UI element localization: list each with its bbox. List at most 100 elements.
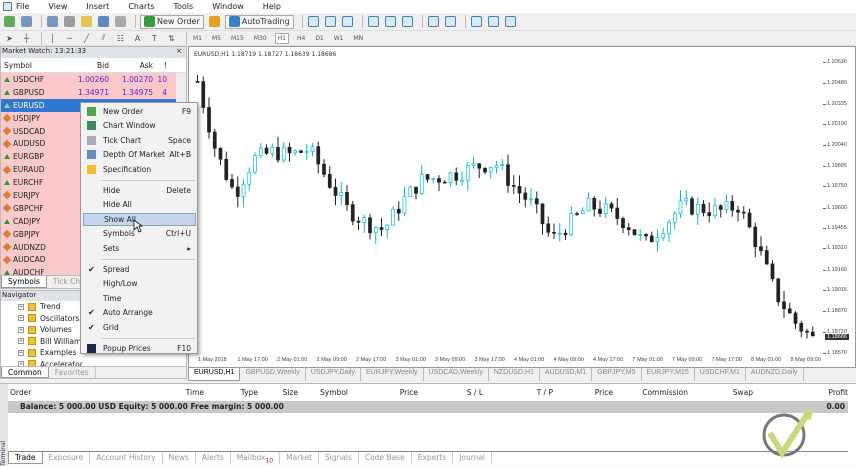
candle-body (764, 250, 769, 265)
candle-body (385, 224, 390, 230)
candle-body (425, 174, 430, 180)
candle-body (477, 163, 482, 169)
balance-row[interactable]: Balance: 5 000.00 USD Equity: 5 000.00 F… (8, 401, 848, 413)
candle-body (322, 163, 326, 175)
candle (356, 216, 361, 231)
menu-item-specification[interactable]: Specification (83, 163, 196, 176)
terminal-col-header[interactable]: Order (10, 388, 31, 397)
time-label: 2 May 09:00 (316, 357, 347, 363)
terminal-tab-trade[interactable]: Trade (8, 452, 43, 464)
menu-item-label: Chart Window (103, 121, 156, 131)
checkmark-icon: ✔ (88, 308, 95, 318)
candle (287, 142, 292, 162)
terminal-col-header[interactable]: S / L (467, 388, 483, 397)
menu-item-auto-arrange[interactable]: ✔ Auto Arrange (83, 306, 196, 319)
candle-body (569, 213, 574, 236)
candle (235, 176, 240, 208)
candle-body (718, 205, 723, 210)
chart-tab[interactable]: EURJPY,Weekly (361, 368, 424, 381)
chart-tab[interactable]: USDCAD,Weekly (424, 368, 489, 381)
candle-body (563, 232, 568, 236)
menu-item-label: Hide All (103, 200, 132, 210)
terminal-col-header[interactable]: Time (186, 388, 204, 397)
current-price-label: 1.18686 (825, 334, 849, 340)
menu-item-label: Hide (103, 186, 121, 195)
terminal-tab-code-base[interactable]: Code Base (359, 452, 412, 464)
menu-item-time[interactable]: Time (83, 292, 196, 305)
price-axis: 1.20630 1.20480 1.20335 1.20190 1.20040 1.198… (823, 46, 856, 356)
terminal-tab-journal[interactable]: Journal (453, 452, 493, 464)
chart-tab[interactable]: NZDUSD,H1 (489, 368, 540, 381)
candle-body (235, 186, 240, 197)
candle-body (414, 186, 418, 194)
candle (684, 189, 689, 206)
menu-item-grid[interactable]: ✔ Grid (83, 321, 196, 334)
chart-tab[interactable]: GBPJPY,M5 (592, 368, 642, 381)
candle-body (373, 227, 378, 234)
terminal-tab-account-history[interactable]: Account History (90, 452, 163, 464)
menu-item-sets[interactable]: Sets ▸ (83, 242, 196, 255)
terminal-tab-signals[interactable]: Signals (319, 452, 359, 464)
candle-body (350, 204, 355, 222)
terminal-tab-market[interactable]: Market (280, 452, 319, 464)
candle-body (621, 218, 625, 229)
terminal-tab-alerts[interactable]: Alerts (196, 452, 231, 464)
tick-chart-icon (87, 135, 96, 145)
candle (661, 227, 666, 241)
menu-item-spread[interactable]: ✔ Spread (83, 263, 196, 276)
menu-item-label: Auto Arrange (103, 308, 153, 318)
terminal-col-header[interactable]: Swap (733, 388, 753, 397)
candle (718, 204, 723, 218)
menu-item-new-order[interactable]: New Order F9 (83, 105, 196, 118)
candle-body (557, 232, 562, 235)
menu-separator (101, 338, 195, 339)
candle-body (327, 174, 332, 188)
terminal-col-header[interactable]: Type (241, 388, 258, 397)
candle-body (661, 233, 666, 239)
candle (402, 186, 407, 216)
price-label: 1.19455 (823, 224, 847, 231)
chart-tab[interactable]: EURUSD,H1 (188, 368, 241, 381)
menu-item-high-low[interactable]: High/Low (83, 277, 196, 290)
candle-body (810, 331, 815, 337)
terminal-col-header[interactable]: Commission (642, 388, 688, 397)
candle-body (649, 235, 654, 243)
candle-body (534, 198, 539, 205)
menu-item-hide-all[interactable]: Hide All (83, 198, 196, 211)
candle-body (678, 200, 683, 215)
terminal-col-header[interactable]: T / P (537, 388, 553, 397)
terminal-col-header[interactable]: Price (595, 388, 613, 397)
candle (201, 76, 206, 114)
candle-body (552, 231, 556, 234)
candle-body (316, 146, 321, 165)
terminal-col-header[interactable]: Price (400, 388, 418, 397)
chart-tab[interactable]: USDCHF,M1 (695, 368, 746, 381)
profit-value: 0.00 (826, 402, 845, 411)
candle-body (419, 174, 424, 194)
menu-item-tick-chart[interactable]: Tick Chart Space (83, 134, 196, 147)
chart-tab[interactable]: AUDNZD,Daily (746, 368, 804, 381)
terminal-tab-mailbox[interactable]: Mailbox10 (231, 452, 281, 465)
terminal-tab-exposure[interactable]: Exposure (43, 452, 91, 464)
terminal-col-header[interactable]: Profit (828, 388, 848, 397)
menu-item-popup-prices[interactable]: Popup Prices F10 (83, 342, 196, 355)
terminal-tab-news[interactable]: News (163, 452, 196, 464)
menu-item-chart-window[interactable]: Chart Window (83, 119, 196, 132)
chart-tab[interactable]: EURJPY,M15 (642, 368, 695, 381)
chart-tab[interactable]: USDJPY,Daily (306, 368, 362, 381)
menu-item-depth-of-market[interactable]: Depth Of Market Alt+B (83, 148, 196, 161)
terminal-col-header[interactable]: Symbol (320, 388, 348, 397)
chart-tab[interactable]: GBPUSD,Weekly (240, 368, 306, 381)
terminal-col-header[interactable]: Size (283, 388, 298, 397)
menu-item-shortcut: F10 (177, 344, 191, 353)
menu-item-hide[interactable]: Hide Delete (83, 184, 196, 197)
candle-body (224, 158, 229, 180)
menu-item-label: Grid (103, 322, 119, 332)
menu-item-shortcut: Delete (166, 186, 191, 195)
price-label: 1.19015 (823, 287, 847, 294)
terminal-tab-experts[interactable]: Experts (412, 452, 454, 464)
time-label: 4 May 17:00 (593, 357, 624, 363)
candle (747, 208, 752, 228)
candle-body (805, 330, 809, 333)
chart-tab[interactable]: AUDUSD,M1 (540, 368, 593, 381)
